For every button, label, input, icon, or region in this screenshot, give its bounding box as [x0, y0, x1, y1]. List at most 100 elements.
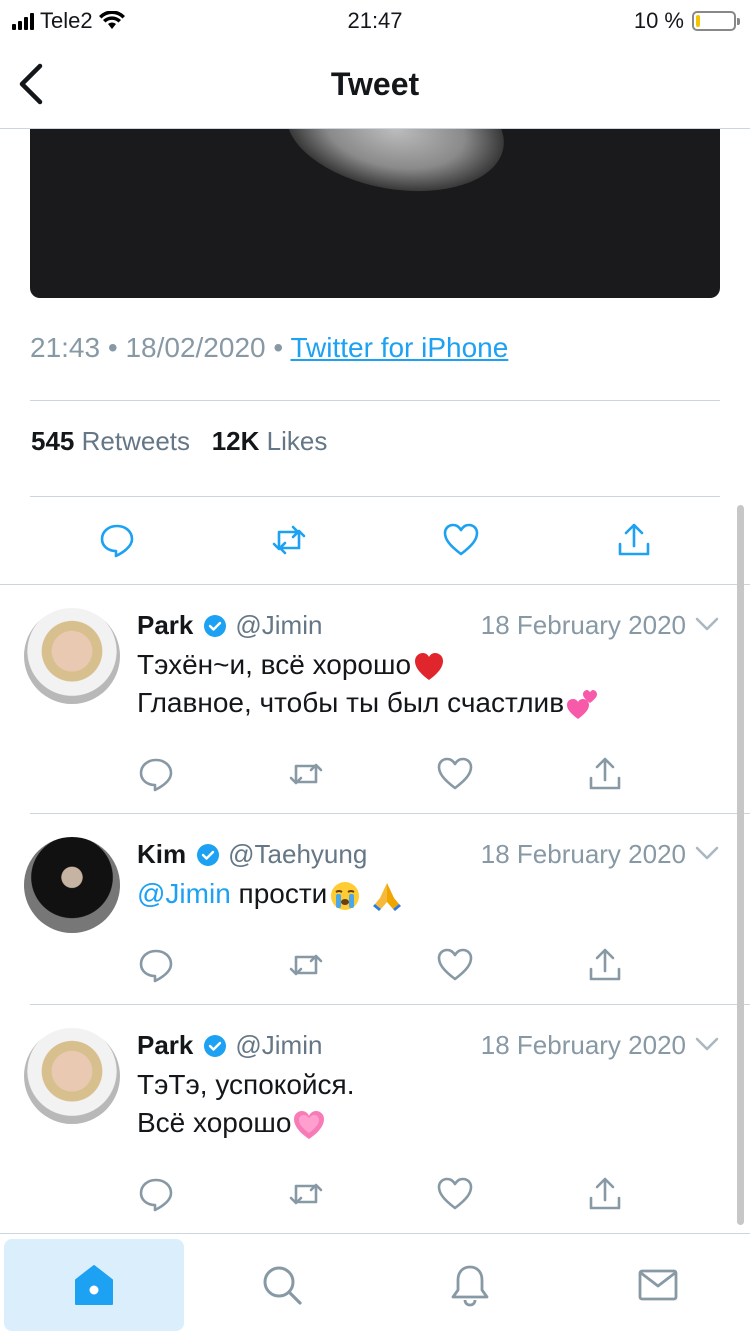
page-title: Tweet [330, 66, 420, 102]
tab-search[interactable] [192, 1239, 372, 1331]
retweet-icon [272, 525, 306, 555]
verified-badge-icon [197, 843, 220, 866]
likes-label: Likes [266, 426, 328, 456]
tweet-time: 21:43 [30, 332, 101, 363]
scrollbar[interactable] [737, 505, 744, 1225]
comment-icon [100, 524, 134, 558]
divider [30, 813, 750, 814]
share-icon [589, 1177, 621, 1210]
like-button[interactable] [435, 1174, 475, 1214]
tweet-actions [0, 520, 750, 560]
chevron-down-icon[interactable] [694, 614, 720, 634]
battery-percent: 10 % [633, 8, 684, 33]
avatar[interactable] [24, 1028, 120, 1124]
reply-line: Тэхён~и, всё хорошо [137, 649, 412, 680]
author-name[interactable]: Park [137, 1030, 193, 1061]
author-handle[interactable]: @Taehyung [228, 839, 367, 870]
comment-icon [139, 758, 173, 792]
retweet-button[interactable] [286, 945, 326, 985]
verified-badge-icon [204, 1034, 227, 1057]
growing-heart-icon [294, 1110, 325, 1139]
heart-icon [437, 948, 473, 981]
retweet-button[interactable] [269, 520, 309, 560]
reply-date: 18 February 2020 [480, 1030, 686, 1060]
share-button[interactable] [585, 945, 625, 985]
search-icon [263, 1266, 302, 1305]
reply-item[interactable]: Park @Jimin 18 February 2020 Тэхён~и, вс… [0, 594, 750, 814]
reply-date: 18 February 2020 [480, 839, 686, 869]
tweet-media[interactable] [30, 129, 720, 298]
author-handle[interactable]: @Jimin [235, 1030, 322, 1061]
reply-text: @Jimin прости [137, 875, 403, 913]
tweet-stats: 545 Retweets 12K Likes [31, 426, 327, 457]
like-button[interactable] [435, 945, 475, 985]
chevron-down-icon[interactable] [694, 1034, 720, 1054]
chevron-down-icon[interactable] [694, 843, 720, 863]
tab-notifications[interactable] [380, 1239, 560, 1331]
notifications-icon [451, 1265, 489, 1307]
heart-icon [443, 523, 479, 556]
status-bar: Tele2 21:47 10 % [0, 0, 750, 40]
nav-bar: Tweet [0, 40, 750, 129]
reply-button[interactable] [97, 520, 137, 560]
tab-home[interactable] [4, 1239, 184, 1331]
heart-icon [437, 1177, 473, 1210]
retweets-label: Retweets [81, 426, 191, 456]
retweet-button[interactable] [286, 1174, 326, 1214]
retweet-icon [289, 1183, 323, 1205]
retweets-stat[interactable]: 545 Retweets [31, 426, 190, 456]
retweet-icon [289, 954, 323, 976]
verified-badge-icon [204, 614, 227, 637]
heart-icon [437, 757, 473, 790]
tab-messages[interactable] [568, 1239, 748, 1331]
reply-date: 18 February 2020 [480, 610, 686, 640]
like-button[interactable] [435, 754, 475, 794]
divider [30, 496, 720, 497]
reply-line: прости [238, 878, 328, 909]
reply-line: Всё хорошо [137, 1107, 292, 1138]
two-hearts-icon [567, 689, 598, 719]
comment-icon [139, 1178, 173, 1212]
author-handle[interactable]: @Jimin [235, 610, 322, 641]
share-icon [618, 523, 650, 556]
divider [0, 584, 750, 585]
likes-count: 12K [211, 426, 260, 456]
reply-line: Главное, чтобы ты был счастлив [137, 687, 565, 718]
likes-stat[interactable]: 12K Likes [212, 426, 328, 456]
retweet-button[interactable] [286, 754, 326, 794]
share-button[interactable] [614, 520, 654, 560]
reply-text: Тэхён~и, всё хорошо Главное, чтобы ты бы… [137, 646, 598, 722]
share-icon [589, 948, 621, 981]
home-icon [75, 1265, 113, 1305]
author-name[interactable]: Park [137, 610, 193, 641]
reply-text: ТэТэ, успокойся. Всё хорошо [137, 1066, 354, 1142]
loudly-crying-face-icon [331, 881, 360, 910]
mention-link[interactable]: @Jimin [137, 878, 231, 909]
comment-icon [139, 949, 173, 983]
avatar[interactable] [24, 608, 120, 704]
retweets-count: 545 [31, 426, 75, 456]
divider [30, 400, 720, 401]
reply-button[interactable] [136, 945, 176, 985]
avatar[interactable] [24, 837, 120, 933]
retweet-icon [289, 763, 323, 785]
reply-button[interactable] [136, 754, 176, 794]
tweet-date: 18/02/2020 [125, 332, 266, 363]
share-button[interactable] [585, 1174, 625, 1214]
author-name[interactable]: Kim [137, 839, 186, 870]
like-button[interactable] [441, 520, 481, 560]
folded-hands-icon [373, 882, 402, 911]
share-icon [589, 757, 621, 790]
reply-item[interactable]: Kim @Taehyung 18 February 2020 @Jimin пр… [0, 823, 750, 1003]
reply-button[interactable] [136, 1174, 176, 1214]
share-button[interactable] [585, 754, 625, 794]
tweet-meta: 21:43 • 18/02/2020 • Twitter for iPhone [30, 332, 509, 363]
battery-icon [692, 11, 740, 31]
reply-line: ТэТэ, успокойся. [137, 1069, 355, 1100]
tab-bar [0, 1233, 750, 1334]
red-heart-icon [415, 652, 444, 680]
messages-icon [638, 1269, 678, 1301]
reply-item[interactable]: Park @Jimin 18 February 2020 ТэТэ, успок… [0, 1014, 750, 1232]
tweet-source-link[interactable]: Twitter for iPhone [290, 332, 508, 363]
divider [30, 1004, 750, 1005]
